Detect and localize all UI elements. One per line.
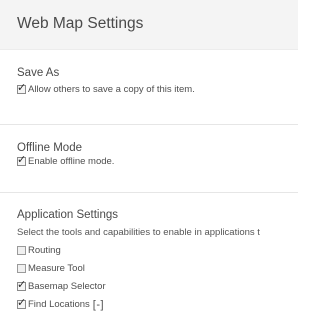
panel-header: Web Map Settings <box>0 0 298 50</box>
find-locations-collapse-toggle[interactable]: [-] <box>93 299 104 311</box>
measure-tool-label: Measure Tool <box>28 263 85 274</box>
web-map-settings-panel: Web Map Settings Save As ✓ Allow others … <box>0 0 298 321</box>
allow-save-copy-checkbox-row[interactable]: ✓ Allow others to save a copy of this it… <box>17 81 195 96</box>
routing-checkbox[interactable] <box>17 246 26 255</box>
basemap-selector-checkbox-row[interactable]: ✓ Basemap Selector <box>17 278 106 293</box>
allow-save-copy-checkbox[interactable]: ✓ <box>17 81 27 94</box>
application-settings-heading: Application Settings <box>17 209 119 221</box>
find-locations-checkbox-row[interactable]: ✓ Find Locations [-] <box>17 296 104 311</box>
offline-mode-heading: Offline Mode <box>17 142 82 154</box>
panel-title: Web Map Settings <box>17 15 144 32</box>
routing-label: Routing <box>28 245 61 256</box>
check-icon: ✓ <box>17 296 27 309</box>
check-icon: ✓ <box>17 278 27 291</box>
measure-tool-checkbox-row[interactable]: Measure Tool <box>17 262 85 275</box>
allow-save-copy-label: Allow others to save a copy of this item… <box>28 84 195 95</box>
find-locations-checkbox[interactable]: ✓ <box>17 296 27 309</box>
basemap-selector-checkbox[interactable]: ✓ <box>17 278 27 291</box>
check-icon: ✓ <box>17 81 27 94</box>
check-icon: ✓ <box>17 153 27 166</box>
section-divider <box>0 124 298 125</box>
enable-offline-checkbox-row[interactable]: ✓ Enable offline mode. <box>17 153 115 168</box>
find-locations-label: Find Locations <box>28 299 90 310</box>
application-settings-description: Select the tools and capabilities to ena… <box>17 227 260 238</box>
section-divider <box>0 192 298 193</box>
enable-offline-checkbox[interactable]: ✓ <box>17 153 27 166</box>
save-as-heading: Save As <box>17 67 60 79</box>
enable-offline-label: Enable offline mode. <box>28 156 115 167</box>
basemap-selector-label: Basemap Selector <box>28 281 106 292</box>
measure-tool-checkbox[interactable] <box>17 264 26 273</box>
routing-checkbox-row[interactable]: Routing <box>17 244 61 257</box>
